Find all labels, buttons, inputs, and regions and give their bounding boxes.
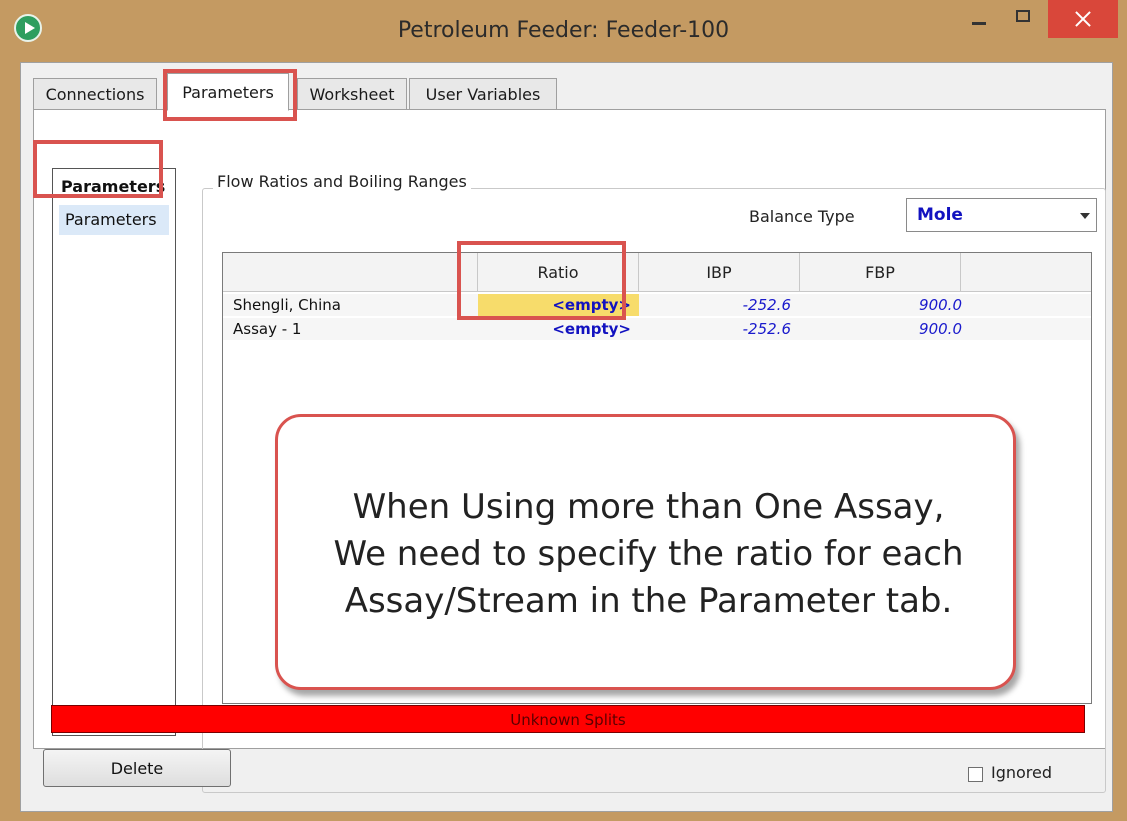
group-label: Flow Ratios and Boiling Ranges xyxy=(213,172,471,191)
ignored-label: Ignored xyxy=(991,763,1053,782)
balance-type-value: Mole xyxy=(917,205,963,225)
maximize-button[interactable] xyxy=(1004,2,1046,34)
client-area: Connections Parameters Worksheet User Va… xyxy=(20,62,1113,812)
tab-worksheet[interactable]: Worksheet xyxy=(297,78,407,110)
ratio-cell[interactable]: <empty> xyxy=(478,318,639,340)
annotation-callout: When Using more than One Assay, We need … xyxy=(275,414,1016,690)
close-button[interactable] xyxy=(1048,0,1118,38)
parameters-tab-panel: Parameters Parameters Flow Ratios and Bo… xyxy=(33,109,1106,793)
nav-item-parameters[interactable]: Parameters xyxy=(59,205,169,235)
status-bar: Unknown Splits xyxy=(51,705,1085,733)
grid-header-fbp[interactable]: FBP xyxy=(800,253,961,292)
ibp-cell[interactable]: -252.6 xyxy=(639,294,791,316)
grid-header-ibp[interactable]: IBP xyxy=(639,253,800,292)
chevron-down-icon[interactable] xyxy=(1080,213,1090,219)
minimize-button[interactable] xyxy=(958,2,1000,34)
ibp-cell[interactable]: -252.6 xyxy=(639,318,791,340)
balance-type-label: Balance Type xyxy=(749,207,855,226)
window: Petroleum Feeder: Feeder-100 Connections… xyxy=(0,0,1127,821)
callout-line: When Using more than One Assay, xyxy=(352,487,945,527)
row-name: Assay - 1 xyxy=(233,320,302,338)
nav-header: Parameters xyxy=(61,177,166,196)
nav-pane: Parameters Parameters xyxy=(52,168,176,736)
grid-header-name xyxy=(223,253,478,292)
tab-connections[interactable]: Connections xyxy=(33,78,157,110)
grid-header-extra xyxy=(961,253,1091,292)
fbp-cell[interactable]: 900.0 xyxy=(800,294,962,316)
delete-button[interactable]: Delete xyxy=(43,749,231,787)
callout-line: Assay/Stream in the Parameter tab. xyxy=(344,581,953,621)
balance-type-select[interactable]: Mole xyxy=(906,198,1097,232)
title-bar[interactable]: Petroleum Feeder: Feeder-100 xyxy=(0,0,1127,62)
row-name: Shengli, China xyxy=(233,296,342,314)
ratio-cell[interactable]: <empty> xyxy=(478,294,639,316)
fbp-cell[interactable]: 900.0 xyxy=(800,318,962,340)
ignored-checkbox[interactable] xyxy=(968,767,983,782)
callout-line: We need to specify the ratio for each xyxy=(333,534,964,574)
tab-user-variables[interactable]: User Variables xyxy=(409,78,557,110)
grid-header-ratio[interactable]: Ratio xyxy=(478,253,639,292)
tab-parameters[interactable]: Parameters xyxy=(167,73,289,111)
